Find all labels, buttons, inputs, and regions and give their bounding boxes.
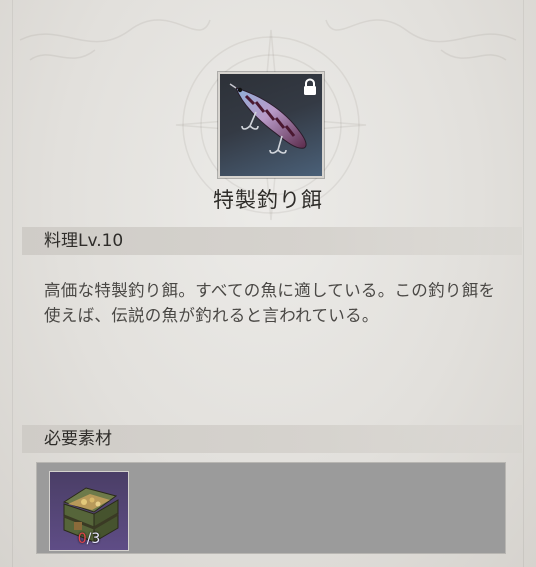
frame-line-right <box>523 0 524 567</box>
item-name: 特製釣り餌 <box>213 188 323 212</box>
cooking-level-header: 料理Lv.10 <box>22 227 522 255</box>
frame-line-left <box>12 0 13 567</box>
item-icon[interactable] <box>218 72 324 178</box>
material-slot[interactable]: 0/3 <box>49 471 129 551</box>
material-required-count: 3 <box>91 531 101 547</box>
material-count: 0/3 <box>77 531 101 547</box>
item-description: 高価な特製釣り餌。すべての魚に適している。この釣り餌を使えば、伝説の魚が釣れると… <box>44 281 496 325</box>
lock-icon <box>304 78 316 95</box>
materials-header: 必要素材 <box>22 425 522 453</box>
materials-panel: 0/3 <box>36 462 506 554</box>
material-owned-count: 0 <box>77 531 87 547</box>
